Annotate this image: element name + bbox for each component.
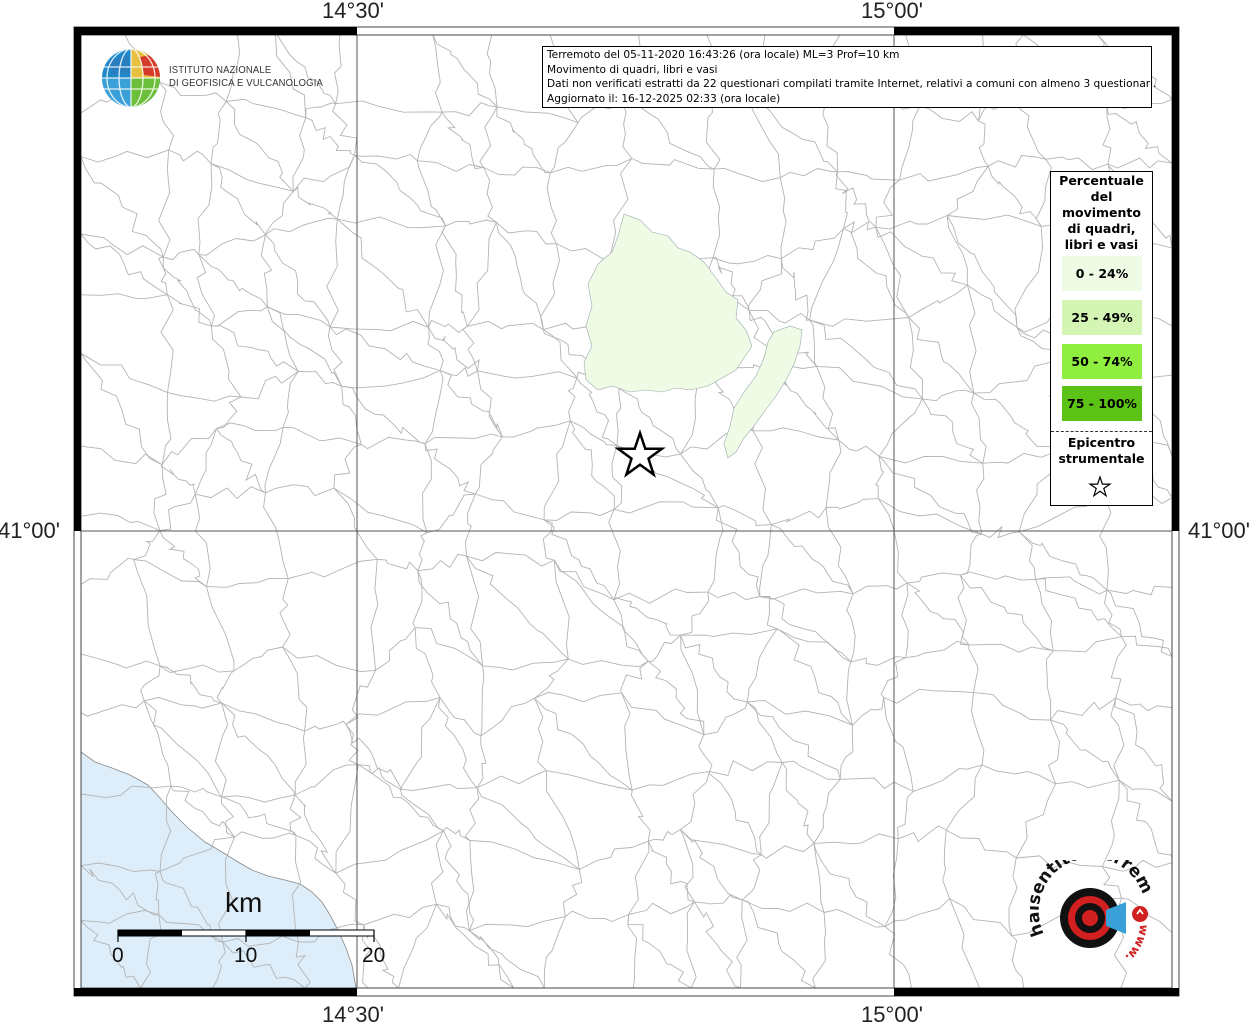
legend-title-line4: di quadri, xyxy=(1067,221,1136,236)
legend-class-50-74: 50 - 74% xyxy=(1062,344,1142,379)
legend-class-25-49: 25 - 49% xyxy=(1062,300,1142,335)
legend-title-line5: libri e vasi xyxy=(1064,237,1139,252)
legend-title-line2: del xyxy=(1090,189,1113,204)
legend-title: Percentuale del movimento di quadri, lib… xyxy=(1051,173,1152,253)
haisentito-logo-url: www. xyxy=(1122,924,1151,965)
ingv-globe-logo xyxy=(102,49,160,107)
legend-title-line3: movimento xyxy=(1061,205,1141,220)
legend-separator xyxy=(1051,431,1152,432)
ingv-name: ISTITUTO NAZIONALE DI GEOFISICA E VULCAN… xyxy=(169,64,323,90)
scale-unit: km xyxy=(225,887,263,918)
legend-star-icon xyxy=(1088,475,1112,498)
legend-title-line1: Percentuale xyxy=(1059,173,1144,188)
legend-epicenter-line2: strumentale xyxy=(1058,451,1145,466)
haisentito-logo: haisentitoilterremoto.it www. xyxy=(1030,860,1157,965)
event-info-line1: Terremoto del 05-11-2020 16:43:26 (ora l… xyxy=(547,49,900,61)
legend-class-75-100: 75 - 100% xyxy=(1062,386,1142,421)
scale-tick-0: 0 xyxy=(112,944,124,967)
legend-epicenter-label: Epicentro strumentale xyxy=(1051,435,1152,467)
scale-tick-10: 10 xyxy=(234,944,258,967)
event-info-box: Terremoto del 05-11-2020 16:43:26 (ora l… xyxy=(542,46,1157,108)
legend-epicenter-line1: Epicentro xyxy=(1067,435,1136,450)
event-info-line4: Aggiornato il: 16-12-2025 02:33 (ora loc… xyxy=(547,92,781,105)
ingv-name-line1: ISTITUTO NAZIONALE xyxy=(169,64,272,76)
legend-class-0-24: 0 - 24% xyxy=(1062,256,1142,291)
ingv-name-line2: DI GEOFISICA E VULCANOLOGIA xyxy=(169,77,323,89)
event-info-line2: Movimento di quadri, libri e vasi xyxy=(547,63,718,76)
legend: Percentuale del movimento di quadri, lib… xyxy=(1050,171,1153,506)
svg-text:www.: www. xyxy=(1122,924,1151,965)
scale-tick-20: 20 xyxy=(362,944,386,967)
event-info-line3: Dati non verificati estratti da 22 quest… xyxy=(547,78,1157,91)
